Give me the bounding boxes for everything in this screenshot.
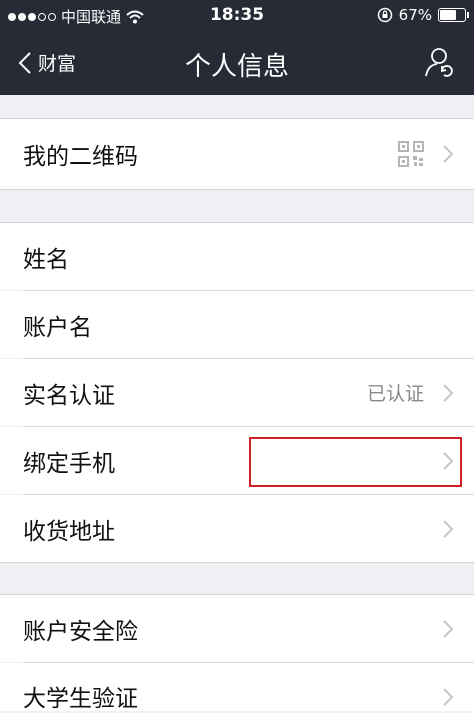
chevron-right-icon (443, 383, 454, 402)
page-title: 个人信息 (184, 52, 289, 82)
battery-fill (440, 10, 457, 20)
verification-status: 已认证 (366, 383, 424, 405)
list-item-label: 姓名 (23, 246, 69, 273)
list-item-label: 收货地址 (23, 518, 115, 545)
chevron-right-icon (443, 451, 454, 470)
profile-switch-button[interactable] (420, 44, 458, 82)
battery-percent: 67% (398, 6, 432, 24)
list-item-real-name-verification[interactable]: 实名认证 已认证 (0, 359, 474, 426)
divider (0, 562, 474, 563)
divider (0, 189, 474, 190)
chevron-right-icon (443, 519, 454, 538)
top-bar: 中国联通 18:35 67% 财富 个人信息 (0, 0, 474, 95)
list-item-label: 账户名 (23, 314, 92, 341)
list-item-student-verification[interactable]: 大学生验证 (0, 663, 474, 712)
profile-switch-icon (425, 48, 453, 77)
list-item-name[interactable]: 姓名 (0, 223, 474, 290)
list-item-shipping-address[interactable]: 收货地址 (0, 495, 474, 562)
list-item-account-name[interactable]: 账户名 (0, 291, 474, 358)
list-item-qr-code[interactable]: 我的二维码 (0, 119, 474, 189)
chevron-right-icon (443, 145, 454, 163)
list-item-account-insurance[interactable]: 账户安全险 (0, 595, 474, 662)
battery-icon (438, 8, 469, 22)
orientation-lock-icon (377, 7, 392, 23)
qr-code-icon (398, 141, 424, 167)
chevron-right-icon (443, 688, 454, 706)
list-item-label: 我的二维码 (23, 144, 138, 170)
list-item-label: 大学生验证 (23, 686, 138, 712)
list-item-label: 实名认证 (23, 382, 115, 409)
status-right: 67% (377, 6, 469, 24)
nav-bar: 财富 个人信息 (0, 32, 474, 95)
list-item-label: 账户安全险 (23, 618, 138, 645)
chevron-right-icon (443, 619, 454, 638)
status-bar: 中国联通 18:35 67% (0, 0, 474, 32)
list-item-bind-phone[interactable]: 绑定手机 (0, 427, 474, 494)
list-item-label: 绑定手机 (23, 450, 115, 477)
